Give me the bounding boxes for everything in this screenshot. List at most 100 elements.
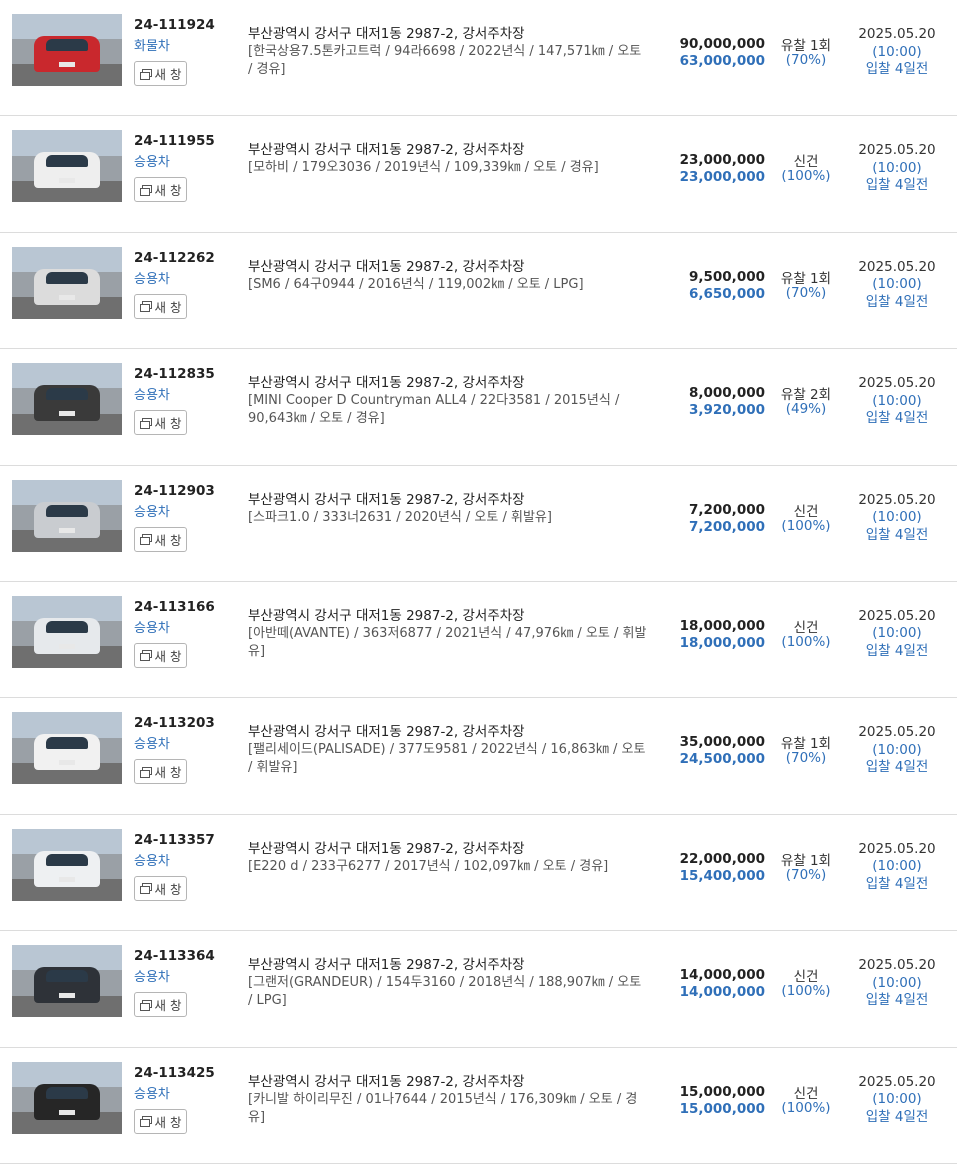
minimum-bid-price: 15,400,000 bbox=[679, 867, 765, 884]
license-plate bbox=[59, 760, 75, 766]
bid-date: 2025.05.20 bbox=[858, 26, 936, 42]
min-price-percent: (100%) bbox=[781, 517, 831, 534]
case-number[interactable]: 24-112903 bbox=[134, 483, 215, 499]
license-plate bbox=[59, 643, 75, 649]
vehicle-category: 승용차 bbox=[134, 620, 170, 636]
auction-list: 24-111924 화물차 새 창 부산광역시 강서구 대저1동 2987-2,… bbox=[0, 0, 957, 1164]
minimum-bid-price: 6,650,000 bbox=[688, 285, 765, 302]
list-item[interactable]: 24-111955 승용차 새 창 부산광역시 강서구 대저1동 2987-2,… bbox=[0, 116, 957, 233]
vehicle-spec: [SM6 / 64구0944 / 2016년식 / 119,002㎞ / 오토 … bbox=[248, 276, 584, 292]
list-item[interactable]: 24-113364 승용차 새 창 부산광역시 강서구 대저1동 2987-2,… bbox=[0, 931, 957, 1048]
list-item[interactable]: 24-113425 승용차 새 창 부산광역시 강서구 대저1동 2987-2,… bbox=[0, 1048, 957, 1164]
white-suv-photo[interactable] bbox=[12, 712, 122, 785]
case-number[interactable]: 24-113166 bbox=[134, 599, 215, 615]
case-number[interactable]: 24-113203 bbox=[134, 715, 215, 731]
new-window-button[interactable]: 새 창 bbox=[134, 992, 187, 1018]
license-plate bbox=[59, 527, 75, 533]
red-truck-photo[interactable] bbox=[12, 14, 122, 86]
bid-date-column: 2025.05.20 (10:00) 입찰 4일전 bbox=[849, 841, 945, 894]
location-address[interactable]: 부산광역시 강서구 대저1동 2987-2, 강서주차장 bbox=[248, 371, 525, 391]
days-remaining: 입찰 4일전 bbox=[865, 526, 929, 543]
new-window-button[interactable]: 새 창 bbox=[134, 526, 187, 552]
case-number[interactable]: 24-111955 bbox=[134, 133, 215, 149]
vehicle-category: 승용차 bbox=[134, 853, 170, 869]
minimum-bid-price: 7,200,000 bbox=[688, 518, 765, 535]
minimum-bid-price: 3,920,000 bbox=[688, 402, 765, 419]
appraisal-price: 23,000,000 bbox=[679, 152, 765, 169]
auction-status: 신건 bbox=[793, 503, 819, 520]
new-window-button[interactable]: 새 창 bbox=[134, 177, 187, 203]
bid-date: 2025.05.20 bbox=[858, 375, 936, 392]
new-window-label: 새 창 bbox=[154, 416, 182, 432]
location-address[interactable]: 부산광역시 강서구 대저1동 2987-2, 강서주차장 bbox=[248, 604, 525, 624]
white-suv-photo[interactable] bbox=[12, 130, 122, 203]
case-number[interactable]: 24-113364 bbox=[134, 948, 215, 964]
location-address[interactable]: 부산광역시 강서구 대저1동 2987-2, 강서주차장 bbox=[248, 1070, 525, 1090]
days-remaining: 입찰 4일전 bbox=[865, 61, 929, 77]
min-price-percent: (100%) bbox=[781, 1099, 831, 1116]
appraisal-price: 35,000,000 bbox=[679, 734, 765, 751]
new-window-icon bbox=[139, 184, 152, 196]
location-address[interactable]: 부산광역시 강서구 대저1동 2987-2, 강서주차장 bbox=[248, 488, 525, 508]
days-remaining: 입찰 4일전 bbox=[865, 875, 929, 892]
location-address[interactable]: 부산광역시 강서구 대저1동 2987-2, 강서주차장 bbox=[248, 138, 525, 158]
list-item[interactable]: 24-113166 승용차 새 창 부산광역시 강서구 대저1동 2987-2,… bbox=[0, 582, 957, 699]
auction-status: 유찰 1회 bbox=[780, 270, 832, 287]
bid-time: (10:00) bbox=[872, 741, 922, 758]
dark-sedan-photo[interactable] bbox=[12, 945, 122, 1018]
new-window-button[interactable]: 새 창 bbox=[134, 410, 187, 436]
new-window-button[interactable]: 새 창 bbox=[134, 293, 187, 319]
case-number[interactable]: 24-113425 bbox=[134, 1065, 215, 1081]
bid-date-column: 2025.05.20 (10:00) 입찰 4일전 bbox=[849, 142, 945, 195]
case-number[interactable]: 24-112262 bbox=[134, 250, 215, 266]
location-address[interactable]: 부산광역시 강서구 대저1동 2987-2, 강서주차장 bbox=[248, 22, 525, 42]
new-window-label: 새 창 bbox=[154, 299, 182, 315]
list-item[interactable]: 24-111924 화물차 새 창 부산광역시 강서구 대저1동 2987-2,… bbox=[0, 0, 957, 117]
min-price-percent: (70%) bbox=[785, 750, 827, 767]
vehicle-windshield bbox=[46, 39, 88, 51]
case-number[interactable]: 24-113357 bbox=[134, 832, 215, 848]
minimum-bid-price: 18,000,000 bbox=[679, 634, 765, 651]
minimum-bid-price: 23,000,000 bbox=[679, 169, 765, 186]
auction-status: 유찰 2회 bbox=[780, 387, 832, 404]
min-price-percent: (49%) bbox=[785, 401, 827, 418]
new-window-button[interactable]: 새 창 bbox=[134, 875, 187, 901]
location-address[interactable]: 부산광역시 강서구 대저1동 2987-2, 강서주차장 bbox=[248, 720, 525, 740]
silver-hatchback-photo[interactable] bbox=[12, 479, 122, 552]
new-window-button[interactable]: 새 창 bbox=[134, 759, 187, 785]
dark-mini-photo[interactable] bbox=[12, 363, 122, 436]
white-sedan-photo[interactable] bbox=[12, 828, 122, 901]
photo-background bbox=[12, 479, 122, 505]
list-item[interactable]: 24-112835 승용차 새 창 부산광역시 강서구 대저1동 2987-2,… bbox=[0, 349, 957, 466]
new-window-button[interactable]: 새 창 bbox=[134, 61, 187, 86]
location-address[interactable]: 부산광역시 강서구 대저1동 2987-2, 강서주차장 bbox=[248, 953, 525, 973]
new-window-label: 새 창 bbox=[154, 1114, 182, 1130]
case-number[interactable]: 24-112835 bbox=[134, 366, 215, 382]
new-window-icon bbox=[139, 534, 152, 546]
bid-date: 2025.05.20 bbox=[858, 1073, 936, 1090]
vehicle-windshield bbox=[46, 155, 88, 168]
new-window-label: 새 창 bbox=[154, 67, 182, 82]
days-remaining: 입찰 4일전 bbox=[865, 177, 929, 194]
list-item[interactable]: 24-112903 승용차 새 창 부산광역시 강서구 대저1동 2987-2,… bbox=[0, 466, 957, 582]
photo-background bbox=[12, 1061, 122, 1087]
license-plate bbox=[59, 294, 75, 300]
new-window-button[interactable]: 새 창 bbox=[134, 1108, 187, 1134]
white-sedan-photo[interactable] bbox=[12, 595, 122, 668]
new-window-button[interactable]: 새 창 bbox=[134, 642, 187, 668]
bid-date: 2025.05.20 bbox=[858, 142, 936, 159]
location-address[interactable]: 부산광역시 강서구 대저1동 2987-2, 강서주차장 bbox=[248, 255, 525, 275]
list-item[interactable]: 24-112262 승용차 새 창 부산광역시 강서구 대저1동 2987-2,… bbox=[0, 233, 957, 350]
appraisal-price: 22,000,000 bbox=[679, 850, 765, 867]
license-plate bbox=[59, 876, 75, 882]
silver-sedan-photo[interactable] bbox=[12, 246, 122, 319]
dark-van-photo[interactable] bbox=[12, 1061, 122, 1134]
vehicle-windshield bbox=[46, 271, 88, 284]
days-remaining: 입찰 4일전 bbox=[865, 759, 929, 776]
vehicle-windshield bbox=[46, 970, 88, 983]
list-item[interactable]: 24-113203 승용차 새 창 부산광역시 강서구 대저1동 2987-2,… bbox=[0, 698, 957, 815]
location-address[interactable]: 부산광역시 강서구 대저1동 2987-2, 강서주차장 bbox=[248, 837, 525, 857]
case-number[interactable]: 24-111924 bbox=[134, 17, 215, 33]
list-item[interactable]: 24-113357 승용차 새 창 부산광역시 강서구 대저1동 2987-2,… bbox=[0, 815, 957, 932]
vehicle-spec: [그랜저(GRANDEUR) / 154두3160 / 2018년식 / 188… bbox=[248, 975, 642, 1009]
